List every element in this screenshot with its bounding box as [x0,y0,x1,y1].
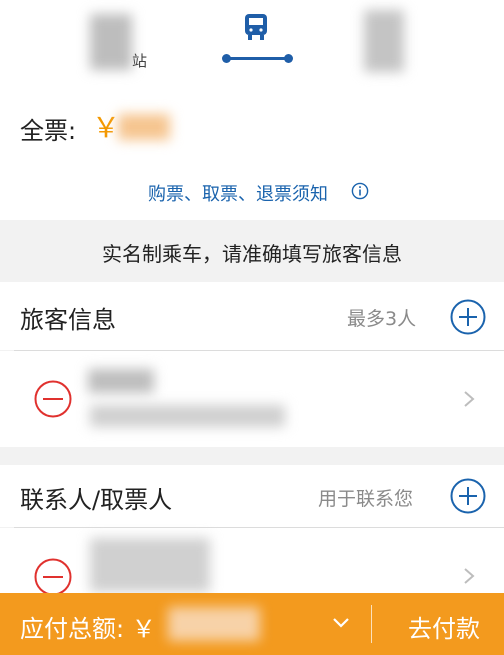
notice-row[interactable]: 购票、取票、退票须知 [0,162,504,220]
passenger-item[interactable] [0,351,504,447]
bus-icon [245,14,267,40]
passenger-header: 旅客信息 最多3人 [0,282,504,350]
fare-row: 全票: ￥ [0,92,504,162]
passenger-id-blur [90,405,285,427]
chevron-down-icon[interactable] [332,617,350,629]
passenger-hint: 最多3人 [347,308,417,330]
chevron-right-icon [464,391,475,407]
fare-label: 全票: [20,117,77,145]
section-gap [0,447,504,465]
remove-contact-button[interactable] [34,558,72,596]
from-station-label: 站 [132,52,148,70]
realname-banner-text: 实名制乘车，请准确填写旅客信息 [102,242,402,266]
go-pay-label: 去付款 [408,615,480,643]
route-end-dot [284,54,293,63]
add-contact-button[interactable] [450,478,486,514]
contact-header: 联系人/取票人 用于联系您 [0,465,504,527]
fare-amount-blur [118,114,170,140]
ticket-notice-link[interactable]: 购票、取票、退票须知 [148,180,328,206]
contact-hint: 用于联系您 [318,488,414,510]
from-station-blur [90,14,132,70]
total-amount-blur [168,607,260,641]
contact-title: 联系人/取票人 [20,486,173,514]
route-line [226,57,288,60]
info-icon[interactable] [351,182,369,200]
to-station-blur [364,10,404,72]
pay-bar: 应付总额: ￥ 去付款 [0,593,504,655]
route-header: 站 [0,0,504,92]
add-passenger-button[interactable] [450,299,486,335]
contact-name-blur [90,538,210,592]
chevron-right-icon [464,568,475,584]
realname-banner: 实名制乘车，请准确填写旅客信息 [0,220,504,282]
remove-passenger-button[interactable] [34,380,72,418]
contact-item[interactable] [0,528,504,596]
passenger-name-blur [88,369,154,393]
fare-currency: ￥ [92,111,121,144]
go-pay-button[interactable]: 去付款 [372,593,504,655]
passenger-title: 旅客信息 [20,306,116,334]
total-label: 应付总额: ￥ [20,615,156,643]
